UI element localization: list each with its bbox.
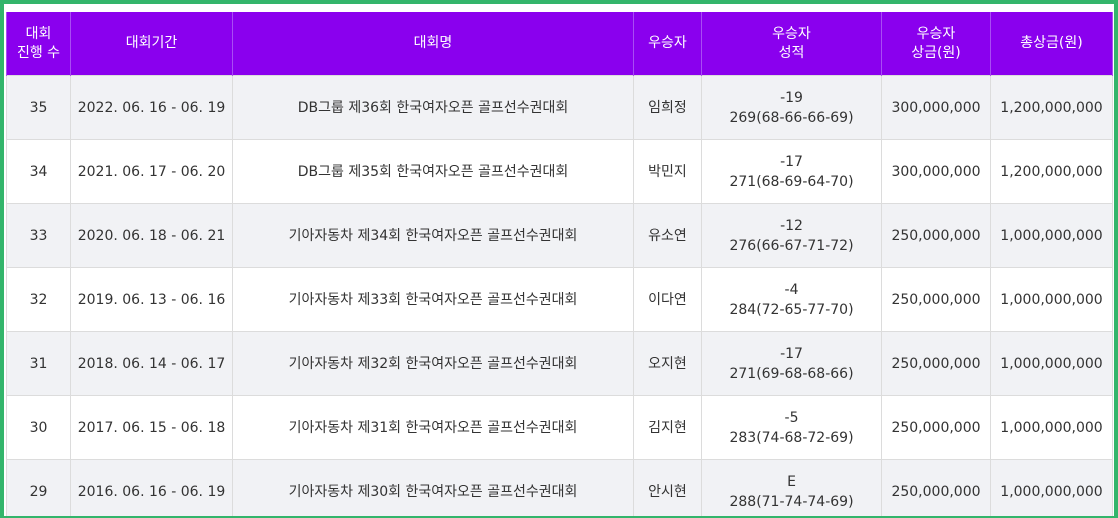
- score-cell: -4 284(72-65-77-70): [701, 267, 882, 332]
- purse-cell: 1,000,000,000: [990, 395, 1113, 460]
- round-cell: 29: [6, 459, 71, 516]
- results-table-frame: 대회 진행 수 대회기간 대회명 우승자 우승자 성적 우승자 상금(원) 총상…: [4, 4, 1114, 516]
- prize-cell: 250,000,000: [881, 267, 991, 332]
- table-row: 33 2020. 06. 18 - 06. 21 기아자동차 제34회 한국여자…: [6, 203, 1113, 268]
- header-total-purse: 총상금(원): [990, 12, 1113, 76]
- table-header-row: 대회 진행 수 대회기간 대회명 우승자 우승자 성적 우승자 상금(원) 총상…: [6, 12, 1113, 76]
- score-total: 288(71-74-74-69): [729, 493, 854, 510]
- winner-cell: 박민지: [633, 139, 702, 204]
- table-body: 35 2022. 06. 16 - 06. 19 DB그룹 제36회 한국여자오…: [6, 75, 1113, 516]
- header-tournament-name: 대회명: [232, 12, 634, 76]
- score-relative: E: [787, 473, 796, 490]
- table-row: 30 2017. 06. 15 - 06. 18 기아자동차 제31회 한국여자…: [6, 395, 1113, 460]
- table-row: 32 2019. 06. 13 - 06. 16 기아자동차 제33회 한국여자…: [6, 267, 1113, 332]
- prize-cell: 250,000,000: [881, 203, 991, 268]
- score-relative: -17: [780, 153, 803, 170]
- tournament-name-cell: DB그룹 제36회 한국여자오픈 골프선수권대회: [232, 75, 634, 140]
- period-cell: 2019. 06. 13 - 06. 16: [70, 267, 233, 332]
- tournament-name-cell: DB그룹 제35회 한국여자오픈 골프선수권대회: [232, 139, 634, 204]
- prize-cell: 300,000,000: [881, 139, 991, 204]
- header-winner-score: 우승자 성적: [701, 12, 882, 76]
- score-total: 271(68-69-64-70): [729, 173, 854, 190]
- tournament-name-cell: 기아자동차 제32회 한국여자오픈 골프선수권대회: [232, 331, 634, 396]
- purse-cell: 1,000,000,000: [990, 331, 1113, 396]
- winner-cell: 김지현: [633, 395, 702, 460]
- prize-cell: 250,000,000: [881, 331, 991, 396]
- winner-cell: 이다연: [633, 267, 702, 332]
- score-relative: -5: [784, 409, 799, 426]
- winner-cell: 유소연: [633, 203, 702, 268]
- table-row: 34 2021. 06. 17 - 06. 20 DB그룹 제35회 한국여자오…: [6, 139, 1113, 204]
- period-cell: 2021. 06. 17 - 06. 20: [70, 139, 233, 204]
- table-row: 35 2022. 06. 16 - 06. 19 DB그룹 제36회 한국여자오…: [6, 75, 1113, 140]
- prize-cell: 250,000,000: [881, 395, 991, 460]
- header-winner: 우승자: [633, 12, 702, 76]
- score-cell: E 288(71-74-74-69): [701, 459, 882, 516]
- score-cell: -17 271(68-69-64-70): [701, 139, 882, 204]
- prize-cell: 250,000,000: [881, 459, 991, 516]
- score-relative: -12: [780, 217, 803, 234]
- tournament-name-cell: 기아자동차 제34회 한국여자오픈 골프선수권대회: [232, 203, 634, 268]
- score-relative: -17: [780, 345, 803, 362]
- period-cell: 2022. 06. 16 - 06. 19: [70, 75, 233, 140]
- score-total: 276(66-67-71-72): [729, 237, 854, 254]
- score-total: 283(74-68-72-69): [729, 429, 854, 446]
- round-cell: 31: [6, 331, 71, 396]
- score-cell: -5 283(74-68-72-69): [701, 395, 882, 460]
- score-cell: -12 276(66-67-71-72): [701, 203, 882, 268]
- score-total: 284(72-65-77-70): [729, 301, 854, 318]
- table-row: 29 2016. 06. 16 - 06. 19 기아자동차 제30회 한국여자…: [6, 459, 1113, 516]
- header-winner-prize: 우승자 상금(원): [881, 12, 991, 76]
- header-round: 대회 진행 수: [6, 12, 71, 76]
- period-cell: 2016. 06. 16 - 06. 19: [70, 459, 233, 516]
- tournament-name-cell: 기아자동차 제30회 한국여자오픈 골프선수권대회: [232, 459, 634, 516]
- winner-cell: 안시현: [633, 459, 702, 516]
- round-cell: 32: [6, 267, 71, 332]
- purse-cell: 1,200,000,000: [990, 139, 1113, 204]
- round-cell: 34: [6, 139, 71, 204]
- score-total: 269(68-66-66-69): [729, 109, 854, 126]
- tournament-name-cell: 기아자동차 제33회 한국여자오픈 골프선수권대회: [232, 267, 634, 332]
- header-period: 대회기간: [70, 12, 233, 76]
- tournament-results-table: 대회 진행 수 대회기간 대회명 우승자 우승자 성적 우승자 상금(원) 총상…: [6, 12, 1113, 516]
- tournament-name-cell: 기아자동차 제31회 한국여자오픈 골프선수권대회: [232, 395, 634, 460]
- round-cell: 35: [6, 75, 71, 140]
- purse-cell: 1,000,000,000: [990, 459, 1113, 516]
- score-cell: -19 269(68-66-66-69): [701, 75, 882, 140]
- prize-cell: 300,000,000: [881, 75, 991, 140]
- round-cell: 33: [6, 203, 71, 268]
- period-cell: 2017. 06. 15 - 06. 18: [70, 395, 233, 460]
- table-row: 31 2018. 06. 14 - 06. 17 기아자동차 제32회 한국여자…: [6, 331, 1113, 396]
- purse-cell: 1,000,000,000: [990, 267, 1113, 332]
- purse-cell: 1,200,000,000: [990, 75, 1113, 140]
- winner-cell: 오지현: [633, 331, 702, 396]
- score-cell: -17 271(69-68-68-66): [701, 331, 882, 396]
- score-relative: -19: [780, 89, 803, 106]
- winner-cell: 임희정: [633, 75, 702, 140]
- period-cell: 2018. 06. 14 - 06. 17: [70, 331, 233, 396]
- score-total: 271(69-68-68-66): [729, 365, 854, 382]
- period-cell: 2020. 06. 18 - 06. 21: [70, 203, 233, 268]
- score-relative: -4: [784, 281, 799, 298]
- purse-cell: 1,000,000,000: [990, 203, 1113, 268]
- round-cell: 30: [6, 395, 71, 460]
